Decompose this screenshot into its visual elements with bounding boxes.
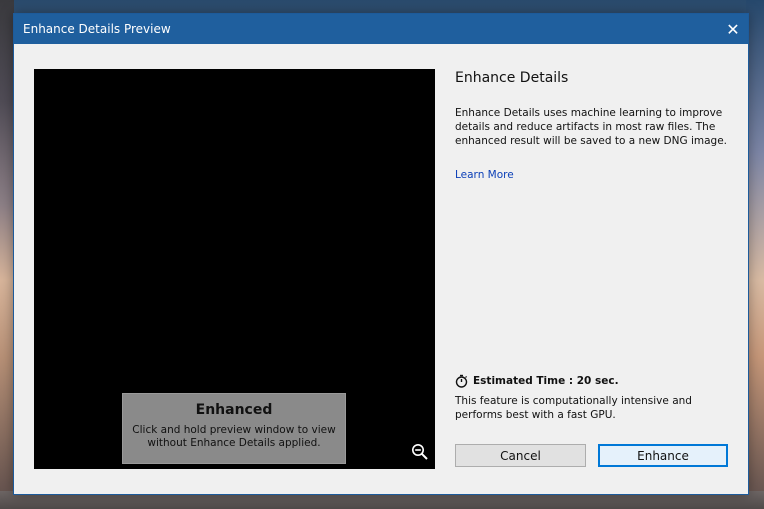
close-icon: ✕ bbox=[726, 19, 740, 39]
window-title: Enhance Details Preview bbox=[23, 22, 171, 36]
background-left bbox=[0, 0, 14, 509]
close-button[interactable]: ✕ bbox=[718, 14, 748, 44]
preview-overlay: Enhanced Click and hold preview window t… bbox=[122, 393, 346, 464]
overlay-subtitle: Click and hold preview window to view wi… bbox=[132, 424, 336, 449]
title-bar[interactable]: Enhance Details Preview ✕ bbox=[14, 14, 748, 44]
estimated-time-row: Estimated Time : 20 sec. bbox=[455, 374, 735, 388]
overlay-title: Enhanced bbox=[195, 402, 273, 418]
cancel-button[interactable]: Cancel bbox=[455, 444, 586, 467]
zoom-out-icon[interactable] bbox=[411, 443, 429, 461]
stopwatch-icon bbox=[455, 374, 468, 388]
enhance-button[interactable]: Enhance bbox=[598, 444, 728, 467]
panel-heading: Enhance Details bbox=[455, 70, 569, 86]
panel-description: Enhance Details uses machine learning to… bbox=[455, 107, 728, 147]
enhance-details-dialog: Enhance Details Preview ✕ Enhanced Click… bbox=[13, 13, 749, 495]
preview-window[interactable]: Enhanced Click and hold preview window t… bbox=[34, 69, 435, 469]
gpu-note: This feature is computationally intensiv… bbox=[455, 395, 692, 421]
estimated-time-label: Estimated Time : 20 sec. bbox=[473, 375, 619, 387]
learn-more-link[interactable]: Learn More bbox=[455, 169, 514, 181]
info-panel: Enhance Details Enhance Details uses mac… bbox=[455, 69, 735, 182]
